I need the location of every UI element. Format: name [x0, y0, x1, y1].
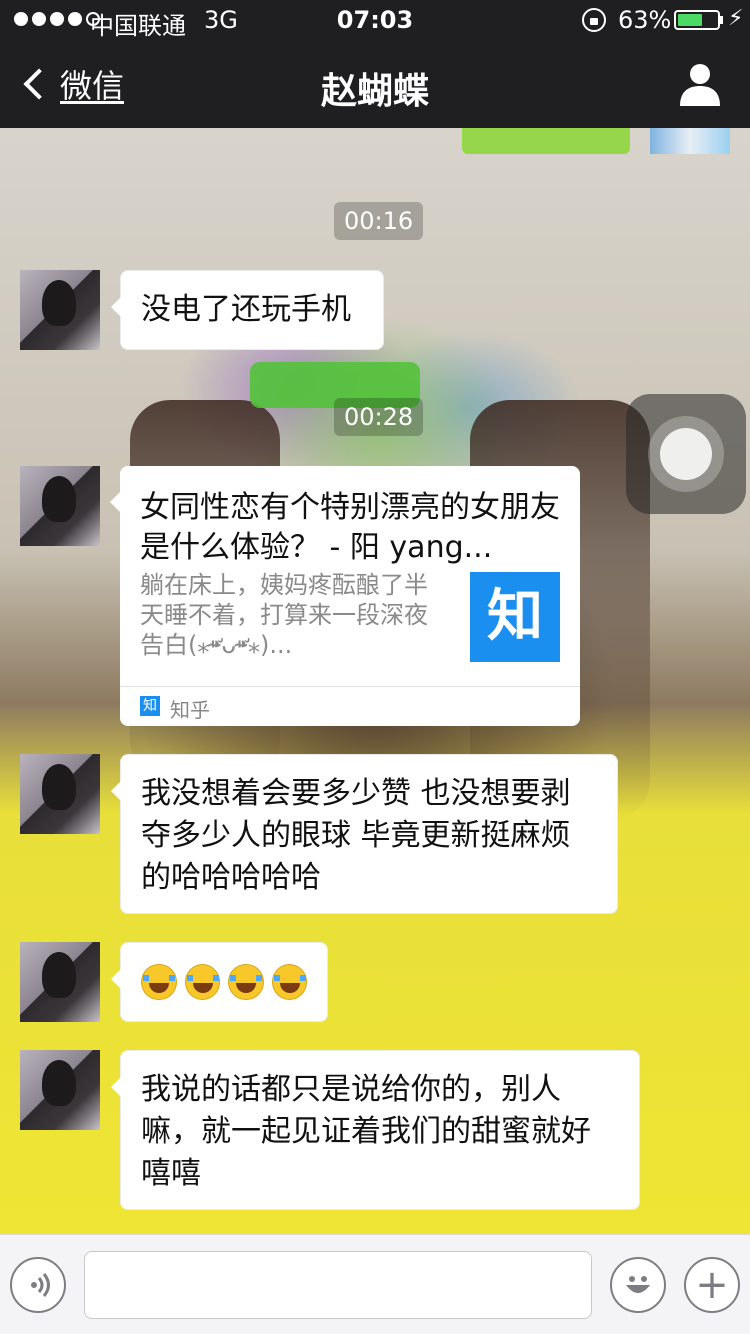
- status-bar: 中国联通 3G 07:03 63% ⚡: [0, 0, 750, 40]
- link-description: 躺在床上，姨妈疼酝酿了半天睡不着，打算来一段深夜告白(⁎⁍̴̛ᴗ⁍̴̛⁎)...: [140, 571, 428, 659]
- contact-avatar[interactable]: [20, 942, 100, 1022]
- rotation-lock-icon: [582, 8, 606, 32]
- message-input-bar: +: [0, 1234, 750, 1334]
- emoji-picker-button[interactable]: [610, 1257, 666, 1313]
- contact-avatar[interactable]: [20, 466, 100, 546]
- tears-of-joy-emoji-icon: [184, 964, 220, 1000]
- message-bubble[interactable]: [111, 942, 328, 1022]
- message-bubble[interactable]: 我没想着会要多少赞 也没想要剥夺多少人的眼球 毕竟更新挺麻烦的哈哈哈哈哈: [111, 754, 618, 914]
- voice-input-button[interactable]: [10, 1257, 66, 1313]
- message-bubble[interactable]: 我说的话都只是说给你的，别人嘛，就一起见证着我们的甜蜜就好嘻嘻: [111, 1050, 640, 1210]
- battery-tip: [720, 16, 723, 24]
- battery-fill: [678, 14, 702, 26]
- partial-own-avatar[interactable]: [650, 128, 730, 154]
- shared-link-card[interactable]: 女同性恋有个特别漂亮的女朋友是什么体验？ - 阳 yang... 躺在床上，姨妈…: [110, 466, 580, 726]
- chat-title: 赵蝴蝶: [320, 71, 429, 112]
- assistive-touch-button[interactable]: [626, 394, 746, 514]
- plus-icon: +: [695, 1262, 729, 1308]
- tears-of-joy-emoji-icon: [271, 964, 307, 1000]
- battery-percent: 63%: [618, 6, 672, 34]
- more-options-button[interactable]: +: [684, 1257, 740, 1313]
- card-divider: [120, 686, 580, 687]
- message-text: 我没想着会要多少赞 也没想要剥夺多少人的眼球 毕竟更新挺麻烦的哈哈哈哈哈: [141, 776, 571, 895]
- charging-icon: ⚡: [728, 6, 744, 31]
- voice-icon: [31, 1273, 50, 1297]
- contact-avatar[interactable]: [20, 754, 100, 834]
- partial-outgoing-bubble[interactable]: [462, 128, 630, 154]
- top-bar: 中国联通 3G 07:03 63% ⚡ 微信 赵蝴蝶: [0, 0, 750, 128]
- navigation-bar: 微信 赵蝴蝶: [0, 40, 750, 128]
- battery-icon: [674, 10, 720, 30]
- message-text-field[interactable]: [84, 1251, 592, 1319]
- tears-of-joy-emoji-icon: [228, 964, 264, 1000]
- link-title: 女同性恋有个特别漂亮的女朋友是什么体验？ - 阳 yang...: [140, 490, 560, 565]
- tears-of-joy-emoji-icon: [141, 964, 177, 1000]
- smiley-icon: [626, 1276, 650, 1293]
- message-timestamp: 00:16: [334, 202, 424, 240]
- zhihu-source-icon: 知: [140, 696, 160, 716]
- person-icon[interactable]: [680, 62, 720, 106]
- assistive-touch-core: [660, 428, 712, 480]
- contact-avatar[interactable]: [20, 1050, 100, 1130]
- message-timestamp: 00:28: [334, 398, 424, 436]
- link-source: 知乎: [170, 698, 210, 722]
- emoji-row: [141, 961, 307, 1003]
- message-bubble[interactable]: 没电了还玩手机: [111, 270, 384, 350]
- contact-avatar[interactable]: [20, 270, 100, 350]
- zhihu-logo-thumbnail: 知: [470, 572, 560, 662]
- message-text: 我说的话都只是说给你的，别人嘛，就一起见证着我们的甜蜜就好嘻嘻: [141, 1072, 591, 1191]
- assistive-touch-ring: [648, 416, 724, 492]
- message-text: 没电了还玩手机: [141, 292, 351, 327]
